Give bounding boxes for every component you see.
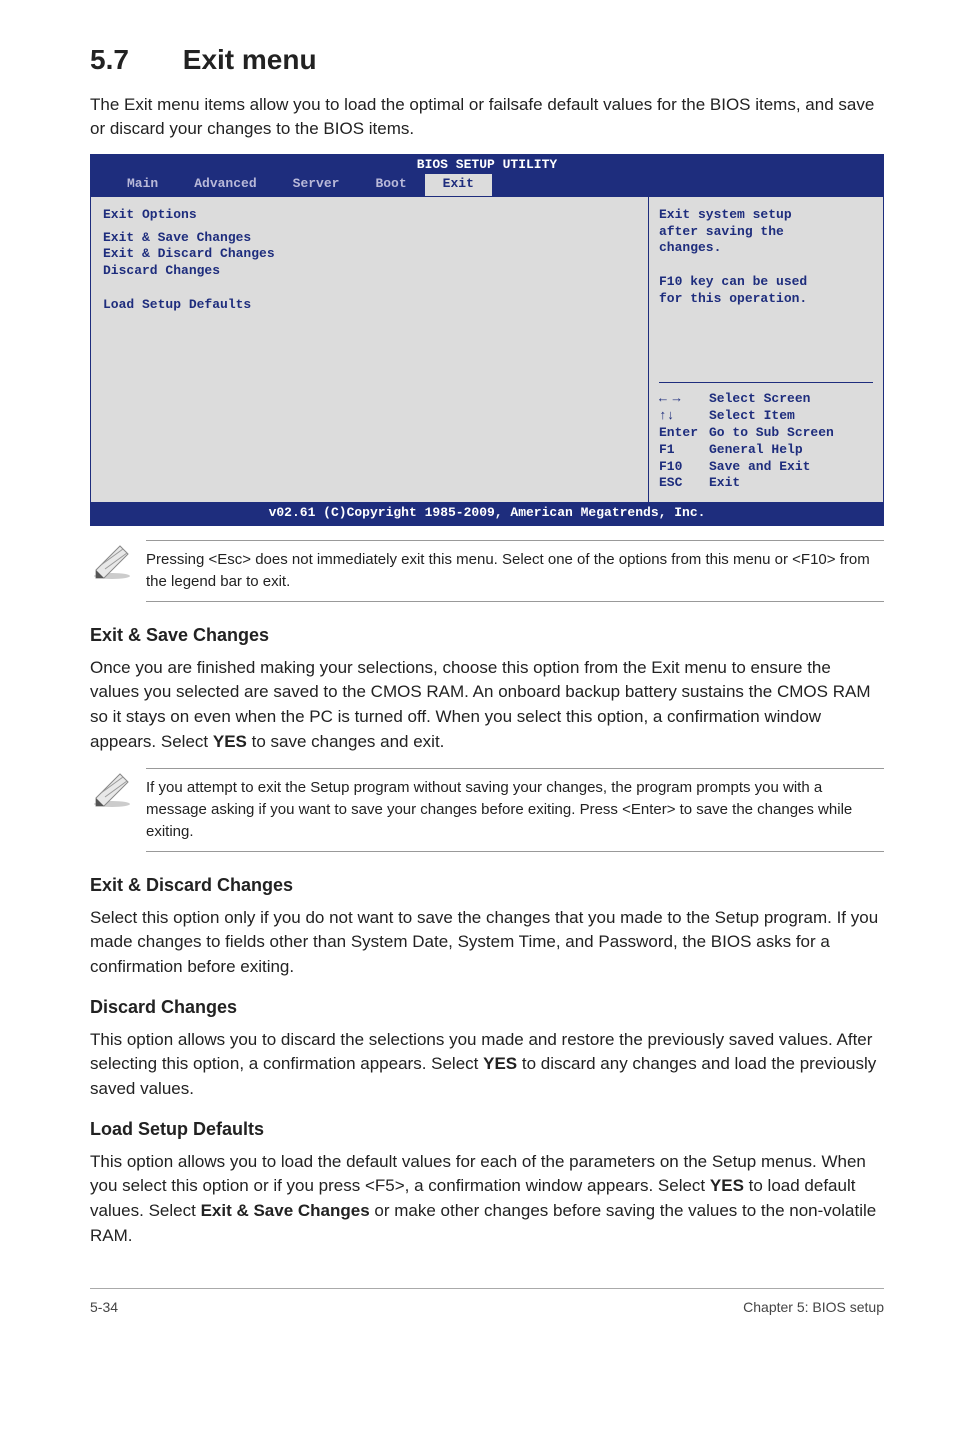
bios-panel: BIOS SETUP UTILITY Main Advanced Server …: [90, 154, 884, 526]
section-heading: Discard Changes: [90, 994, 884, 1020]
nav-label: Select Screen: [709, 391, 810, 408]
bios-right-pane: Exit system setup after saving the chang…: [648, 197, 883, 503]
bios-help-line: [659, 257, 873, 274]
nav-key: Enter: [659, 425, 709, 442]
nav-key: ESC: [659, 475, 709, 492]
section-body: Once you are finished making your select…: [90, 656, 884, 755]
page-heading: 5.7 Exit menu: [90, 40, 884, 81]
section-heading: Exit & Discard Changes: [90, 872, 884, 898]
page-number: 5-34: [90, 1297, 118, 1317]
bios-spacer: [103, 280, 636, 297]
bios-left-pane: Exit Options Exit & Save Changes Exit & …: [91, 197, 648, 503]
note-box: If you attempt to exit the Setup program…: [90, 768, 884, 851]
nav-label: Exit: [709, 475, 740, 492]
bios-body: Exit Options Exit & Save Changes Exit & …: [91, 196, 883, 503]
bios-tab-advanced[interactable]: Advanced: [176, 174, 274, 196]
bios-tab-server[interactable]: Server: [275, 174, 358, 196]
bios-help-line: Exit system setup: [659, 207, 873, 224]
bios-tab-main[interactable]: Main: [109, 174, 176, 196]
nav-label: Select Item: [709, 408, 795, 425]
chapter-label: Chapter 5: BIOS setup: [743, 1297, 884, 1317]
intro-text: The Exit menu items allow you to load th…: [90, 93, 884, 142]
bios-nav-help: ← →Select Screen ↑↓Select Item EnterGo t…: [659, 382, 873, 492]
bios-option[interactable]: Load Setup Defaults: [103, 297, 636, 314]
pencil-icon: [90, 768, 146, 815]
bios-help-line: for this operation.: [659, 291, 873, 308]
nav-key: F1: [659, 442, 709, 459]
bios-tab-exit[interactable]: Exit: [425, 174, 492, 196]
section-heading: Exit & Save Changes: [90, 622, 884, 648]
bios-tab-boot[interactable]: Boot: [357, 174, 424, 196]
note-box: Pressing <Esc> does not immediately exit…: [90, 540, 884, 602]
section-body: This option allows you to load the defau…: [90, 1150, 884, 1249]
bios-section-title: Exit Options: [103, 207, 636, 224]
nav-key: F10: [659, 459, 709, 476]
bios-option[interactable]: Exit & Save Changes: [103, 230, 636, 247]
bios-help-line: changes.: [659, 240, 873, 257]
note-text: If you attempt to exit the Setup program…: [146, 768, 884, 851]
nav-key: ← →: [659, 391, 709, 408]
bios-option[interactable]: Exit & Discard Changes: [103, 246, 636, 263]
bios-help-line: after saving the: [659, 224, 873, 241]
heading-number: 5.7: [90, 40, 175, 81]
note-text: Pressing <Esc> does not immediately exit…: [146, 540, 884, 602]
bios-title: BIOS SETUP UTILITY: [91, 155, 883, 174]
page-footer: 5-34 Chapter 5: BIOS setup: [90, 1288, 884, 1317]
section-body: This option allows you to discard the se…: [90, 1028, 884, 1102]
pencil-icon: [90, 540, 146, 587]
nav-label: General Help: [709, 442, 803, 459]
bios-tab-bar: Main Advanced Server Boot Exit: [91, 174, 883, 196]
bios-help-line: F10 key can be used: [659, 274, 873, 291]
bios-option[interactable]: Discard Changes: [103, 263, 636, 280]
heading-title: Exit menu: [183, 44, 317, 75]
nav-label: Go to Sub Screen: [709, 425, 834, 442]
section-body: Select this option only if you do not wa…: [90, 906, 884, 980]
section-heading: Load Setup Defaults: [90, 1116, 884, 1142]
nav-key: ↑↓: [659, 408, 709, 425]
bios-footer: v02.61 (C)Copyright 1985-2009, American …: [91, 502, 883, 525]
nav-label: Save and Exit: [709, 459, 810, 476]
